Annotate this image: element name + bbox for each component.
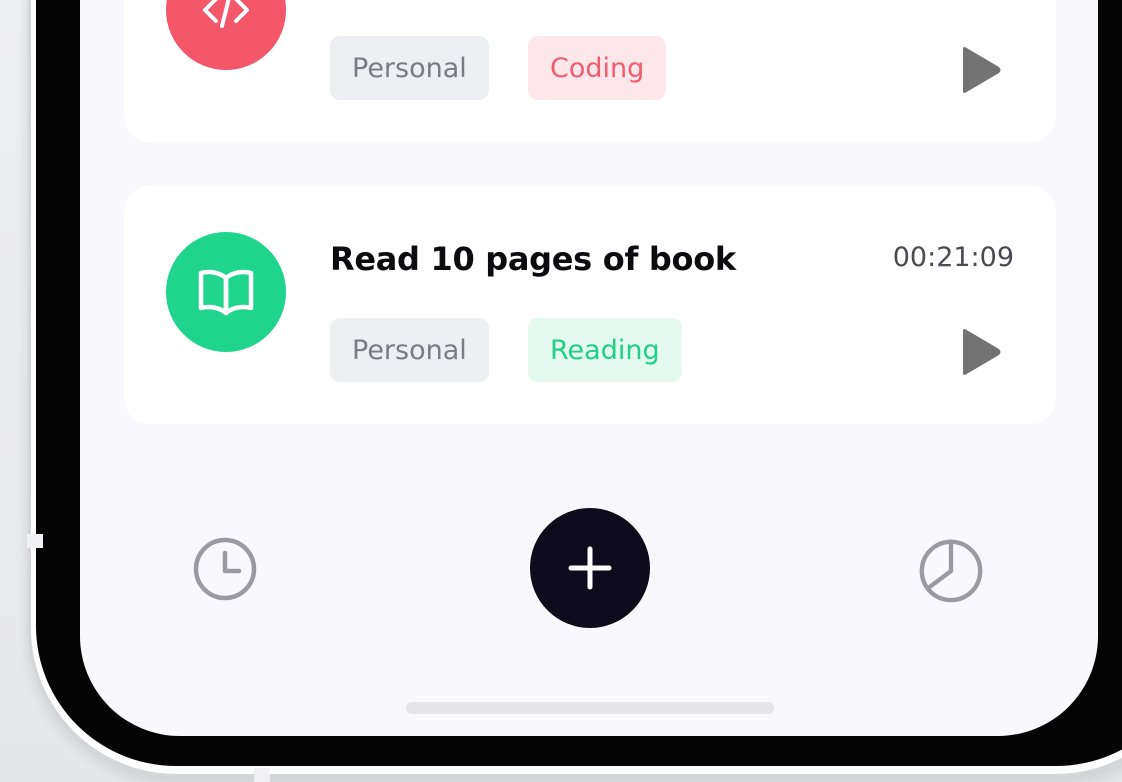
tag-category-reading: Reading	[528, 318, 682, 382]
task-card-coding[interactable]: Personal Coding	[124, 0, 1056, 142]
tag-personal: Personal	[330, 318, 489, 382]
home-indicator[interactable]	[406, 702, 774, 714]
stats-tab-button[interactable]	[916, 534, 986, 604]
plus-icon	[568, 546, 612, 590]
history-tab-button[interactable]	[190, 534, 260, 604]
play-button[interactable]	[958, 326, 1004, 378]
tag-category-coding: Coding	[528, 36, 667, 100]
task-icon-badge	[166, 0, 286, 70]
task-icon-badge	[166, 232, 286, 352]
task-card-reading[interactable]: Read 10 pages of book 00:21:09 Personal …	[124, 186, 1056, 424]
clock-icon	[193, 537, 257, 601]
frame-antenna-line	[27, 534, 43, 548]
frame-antenna-line	[254, 768, 270, 782]
task-timer: 00:21:09	[892, 242, 1014, 273]
pie-chart-icon	[919, 539, 983, 603]
code-icon	[203, 0, 249, 28]
play-button[interactable]	[958, 44, 1004, 96]
book-icon	[198, 269, 254, 316]
tag-personal: Personal	[330, 36, 489, 100]
task-title: Read 10 pages of book	[330, 240, 736, 278]
play-icon	[963, 47, 1001, 93]
play-icon	[963, 329, 1001, 375]
phone-screen: Personal Coding Read 10 pages of book 00…	[80, 0, 1098, 736]
add-task-button[interactable]	[530, 508, 650, 628]
app-screenshot: Personal Coding Read 10 pages of book 00…	[0, 0, 1122, 782]
